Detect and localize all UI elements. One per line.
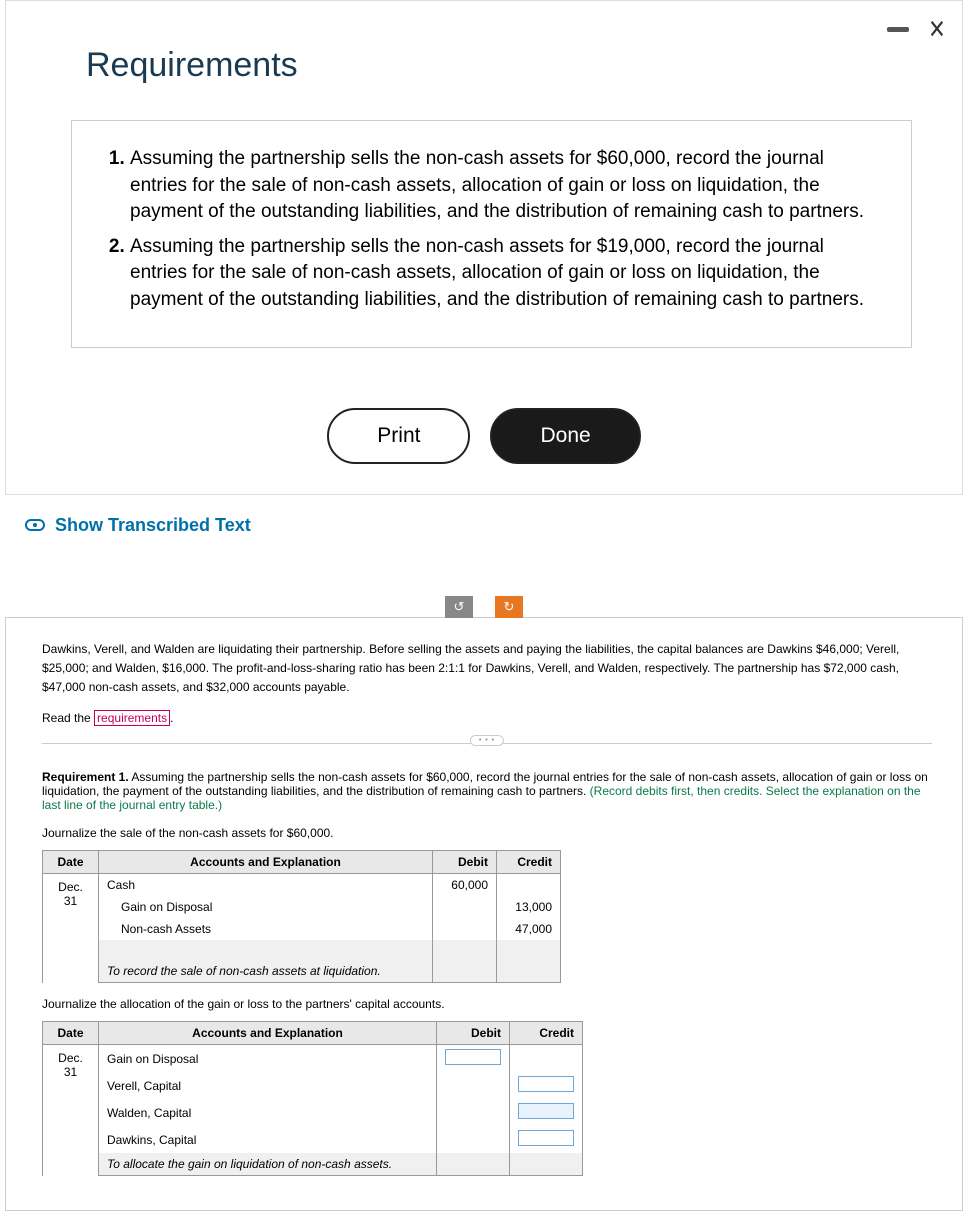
t1-r1-acct: Cash <box>99 874 433 897</box>
t2-r3-credit[interactable] <box>510 1099 583 1126</box>
th-credit-2: Credit <box>510 1022 583 1045</box>
t2-r1-debit[interactable] <box>437 1045 510 1073</box>
t2-r1-credit <box>510 1045 583 1073</box>
print-button[interactable]: Print <box>327 408 470 464</box>
t2-date: Dec. 31 <box>43 1045 99 1176</box>
journal-prompt-1: Journalize the sale of the non-cash asse… <box>42 826 932 840</box>
intro-text: Dawkins, Verell, and Walden are liquidat… <box>42 640 932 698</box>
rotate-ccw-icon: ↺ <box>454 599 465 615</box>
journal-table-2: Date Accounts and Explanation Debit Cred… <box>42 1021 583 1176</box>
th-accounts-2: Accounts and Explanation <box>99 1022 437 1045</box>
journal-table-1: Date Accounts and Explanation Debit Cred… <box>42 850 561 983</box>
requirements-list-box: Assuming the partnership sells the non-c… <box>71 120 912 348</box>
rotate-cw-icon: ↻ <box>504 599 515 615</box>
th-debit: Debit <box>433 851 497 874</box>
t1-r3-credit: 47,000 <box>497 918 561 940</box>
t2-r4-credit[interactable] <box>510 1126 583 1153</box>
close-icon[interactable]: × <box>929 21 945 38</box>
requirement-item-2: Assuming the partnership sells the non-c… <box>130 234 881 314</box>
t1-date: Dec. 31 <box>43 874 99 983</box>
t1-r3-debit <box>433 918 497 940</box>
requirement-1-text: Requirement 1. Assuming the partnership … <box>42 770 932 812</box>
t2-r1-acct: Gain on Disposal <box>99 1045 437 1073</box>
rotate-cw-tab[interactable]: ↻ <box>495 596 523 618</box>
minimize-icon[interactable] <box>887 27 909 32</box>
th-debit-2: Debit <box>437 1022 510 1045</box>
t2-r2-acct: Verell, Capital <box>99 1072 437 1099</box>
requirements-link[interactable]: requirements <box>94 710 170 726</box>
journal-prompt-2: Journalize the allocation of the gain or… <box>42 997 932 1011</box>
requirements-modal: × Requirements Assuming the partnership … <box>5 0 963 495</box>
requirement-item-1: Assuming the partnership sells the non-c… <box>130 146 881 226</box>
t2-r2-credit[interactable] <box>510 1072 583 1099</box>
panel-tabs: ↺ ↻ <box>0 596 968 618</box>
th-date: Date <box>43 851 99 874</box>
t1-r2-acct: Gain on Disposal <box>99 896 433 918</box>
eye-icon <box>25 519 45 531</box>
modal-title: Requirements <box>86 46 962 85</box>
done-button[interactable]: Done <box>490 408 640 464</box>
question-panel: Dawkins, Verell, and Walden are liquidat… <box>5 617 963 1211</box>
read-requirements-line: Read the requirements. <box>42 711 932 725</box>
t1-r1-debit: 60,000 <box>433 874 497 897</box>
t1-r2-debit <box>433 896 497 918</box>
t1-r3-acct: Non-cash Assets <box>99 918 433 940</box>
t1-blank <box>99 940 433 960</box>
t2-r3-acct: Walden, Capital <box>99 1099 437 1126</box>
show-transcribed-label: Show Transcribed Text <box>55 515 251 536</box>
show-transcribed-toggle[interactable]: Show Transcribed Text <box>25 515 968 536</box>
th-credit: Credit <box>497 851 561 874</box>
section-divider <box>42 743 932 744</box>
t2-r4-acct: Dawkins, Capital <box>99 1126 437 1153</box>
th-date-2: Date <box>43 1022 99 1045</box>
t1-r2-credit: 13,000 <box>497 896 561 918</box>
t1-explain: To record the sale of non-cash assets at… <box>99 960 433 983</box>
t1-r1-credit <box>497 874 561 897</box>
th-accounts: Accounts and Explanation <box>99 851 433 874</box>
rotate-ccw-tab[interactable]: ↺ <box>445 596 473 618</box>
t2-explain: To allocate the gain on liquidation of n… <box>99 1153 437 1176</box>
